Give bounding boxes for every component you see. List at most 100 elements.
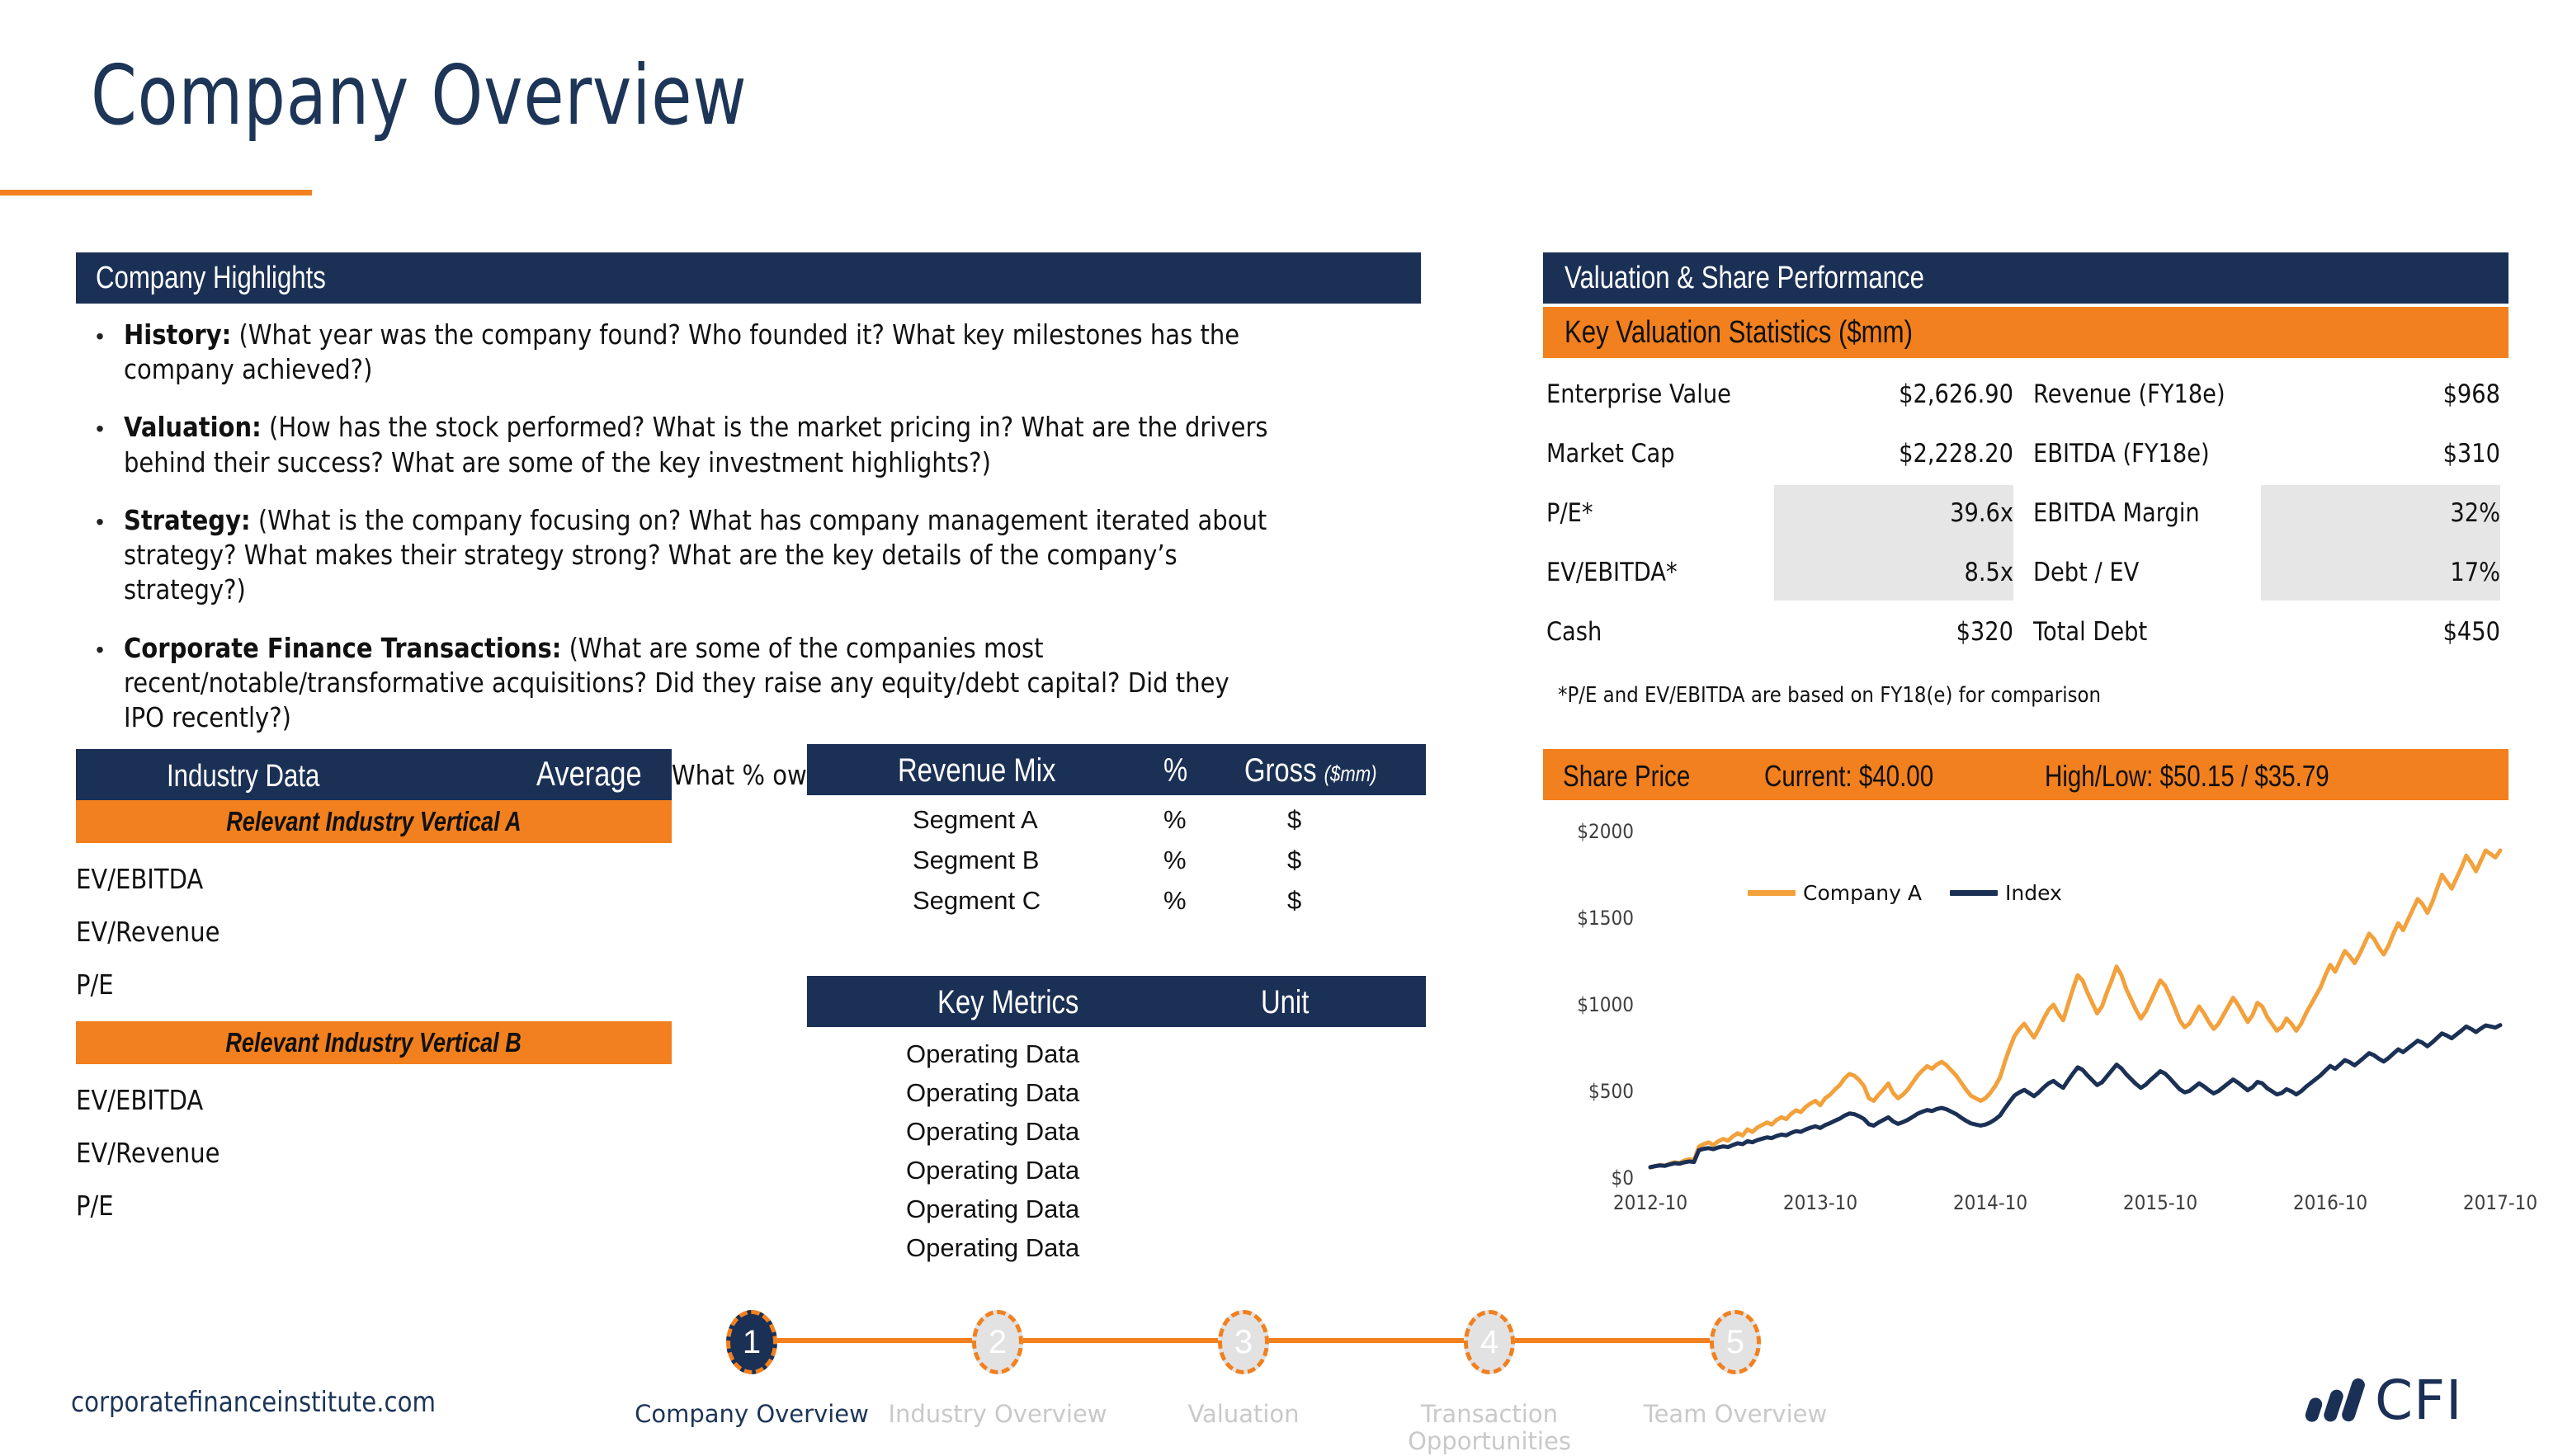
stepper-step-1[interactable]: 1 [726, 1310, 777, 1374]
stepper-step-5[interactable]: 5 [1710, 1310, 1761, 1374]
highlight-bullet: •Strategy: (What is the company focusing… [76, 503, 1479, 608]
share-price-bar: Share Price Current: $40.00 High/Low: $5… [1543, 749, 2508, 800]
bullet-dot-icon: • [76, 503, 124, 608]
highlight-bullet-text: Valuation: (How has the stock performed?… [124, 410, 1271, 479]
stepper-label-2[interactable]: Industry Overview [874, 1401, 1121, 1428]
key-metrics-header-label: Key Metrics [937, 984, 1078, 1021]
industry-data-header-label: Industry Data [167, 759, 319, 794]
revenue-mix-segment-gross: $ [1287, 886, 1301, 916]
revenue-mix-pct-column-header: % [1163, 752, 1187, 789]
valuation-row-value: $320 [1839, 617, 2013, 647]
chart-legend-item: Index [1950, 881, 2062, 905]
valuation-footnote: *P/E and EV/EBITDA are based on FY18(e) … [1558, 683, 2101, 708]
valuation-row-value: $310 [2326, 439, 2500, 469]
key-valuation-statistics-header: Key Valuation Statistics ($mm) [1543, 307, 2508, 358]
valuation-row-value: $2,228.20 [1839, 439, 2013, 469]
slide-root: Company Overview Company Highlights •His… [0, 0, 2558, 1436]
revenue-mix-gross-unit: ($mm) [1324, 761, 1377, 786]
chart-x-tick: 2017-10 [2438, 1191, 2558, 1214]
company-highlights-header-label: Company Highlights [96, 261, 326, 296]
title-underline-rule [0, 190, 312, 196]
chart-y-tick: $2000 [1552, 820, 1634, 843]
industry-data-row: P/E [76, 968, 114, 1001]
valuation-row-value: 17% [2326, 558, 2500, 587]
valuation-row-label: Enterprise Value [1546, 379, 1731, 409]
industry-vertical-a-header: Relevant Industry Vertical A [76, 800, 672, 843]
stepper-label-4[interactable]: Transaction Opportunities [1366, 1401, 1613, 1456]
stepper-step-4[interactable]: 4 [1464, 1310, 1515, 1374]
valuation-row-label: Total Debt [2033, 617, 2147, 647]
revenue-mix-segment-pct: % [1163, 805, 1187, 835]
revenue-mix-segment-name: Segment B [913, 846, 1039, 875]
stepper-step-3[interactable]: 3 [1218, 1310, 1269, 1374]
chart-x-tick: 2015-10 [2098, 1191, 2224, 1214]
cfi-logo: CFI [2302, 1368, 2550, 1425]
revenue-mix-segment-name: Segment C [913, 886, 1041, 916]
revenue-mix-gross-text: Gross [1244, 752, 1316, 789]
key-metrics-row: Operating Data [906, 1194, 1079, 1224]
chart-x-tick: 2014-10 [1928, 1191, 2054, 1214]
chart-y-tick: $1500 [1552, 907, 1634, 930]
table-row: Segment B%$ [807, 846, 1426, 885]
industry-data-row: P/E [76, 1190, 114, 1222]
highlight-bullet-label: Valuation: [124, 411, 262, 443]
valuation-row-value: 39.6x [1839, 498, 2013, 528]
valuation-row-value: $968 [2326, 379, 2500, 409]
industry-data-average-label: Average [536, 754, 642, 794]
valuation-panel-header-label: Valuation & Share Performance [1565, 261, 1924, 296]
industry-data-row: EV/EBITDA [76, 1084, 203, 1116]
key-metrics-header: Key Metrics Unit [807, 976, 1426, 1027]
highlight-bullet-text: Strategy: (What is the company focusing … [124, 503, 1271, 608]
key-metrics-row: Operating Data [906, 1039, 1079, 1069]
chart-y-tick: $1000 [1552, 993, 1634, 1016]
revenue-mix-header: Revenue Mix % Gross ($mm) [807, 744, 1426, 795]
industry-vertical-a-label: Relevant Industry Vertical A [226, 806, 521, 837]
chart-x-tick: 2013-10 [1758, 1191, 1884, 1214]
table-row: Segment C% $ [807, 886, 1426, 926]
chart-series-index [1650, 1025, 2500, 1167]
bullet-dot-icon: • [76, 410, 124, 479]
valuation-row-label: EBITDA Margin [2033, 498, 2200, 528]
valuation-row-label: Market Cap [1546, 439, 1675, 469]
key-valuation-statistics-label: Key Valuation Statistics ($mm) [1565, 315, 1913, 351]
chart-legend-label: Index [2005, 881, 2062, 905]
valuation-row-value: 8.5x [1839, 558, 2013, 587]
valuation-row-label: Revenue (FY18e) [2033, 379, 2225, 409]
chart-x-tick: 2016-10 [2268, 1191, 2394, 1214]
page-title: Company Overview [91, 54, 747, 137]
bullet-dot-icon: • [76, 631, 124, 736]
bullet-dot-icon: • [76, 318, 124, 387]
key-metrics-row: Operating Data [906, 1156, 1079, 1185]
chart-legend-swatch [1748, 890, 1796, 896]
stepper-step-2[interactable]: 2 [972, 1310, 1023, 1374]
valuation-row-label: Cash [1546, 617, 1602, 647]
stepper-label-5[interactable]: Team Overview [1612, 1401, 1859, 1428]
revenue-mix-segment-name: Segment A [913, 805, 1038, 835]
stepper-connector [1023, 1338, 1218, 1343]
share-price-label: Share Price [1563, 759, 1690, 794]
chart-legend-swatch [1950, 890, 1998, 896]
highlight-bullet-label: Corporate Finance Transactions: [124, 632, 561, 664]
share-price-current: Current: $40.00 [1764, 759, 1933, 794]
valuation-row-label: Debt / EV [2033, 558, 2139, 587]
revenue-mix-segment-pct: % [1163, 846, 1187, 875]
chart-y-tick: $500 [1552, 1080, 1634, 1103]
chart-legend: Company AIndex [1748, 881, 2062, 905]
stepper-label-3[interactable]: Valuation [1120, 1401, 1367, 1428]
footer-url: corporatefinanceinstitute.com [71, 1386, 436, 1419]
stepper-connector [1515, 1338, 1710, 1343]
stepper-label-1[interactable]: Company Overview [628, 1401, 875, 1428]
stepper-connector [777, 1338, 972, 1343]
industry-data-header: Industry Data Average [76, 749, 672, 800]
stepper-connector [1269, 1338, 1464, 1343]
highlight-bullet-label: Strategy: [124, 504, 251, 536]
industry-vertical-b-label: Relevant Industry Vertical B [226, 1027, 522, 1058]
share-performance-chart: $0$500$1000$1500$2000 2012-102013-102014… [1543, 817, 2533, 1246]
valuation-row-label: P/E* [1546, 498, 1593, 528]
revenue-mix-segment-pct: % [1163, 886, 1187, 916]
valuation-row-label: EV/EBITDA* [1546, 558, 1678, 587]
company-highlights-header: Company Highlights [76, 252, 1421, 304]
revenue-mix-gross-column-header: Gross ($mm) [1244, 752, 1377, 789]
valuation-row-value: 32% [2326, 498, 2500, 528]
highlight-bullet: •Corporate Finance Transactions: (What a… [76, 631, 1479, 736]
